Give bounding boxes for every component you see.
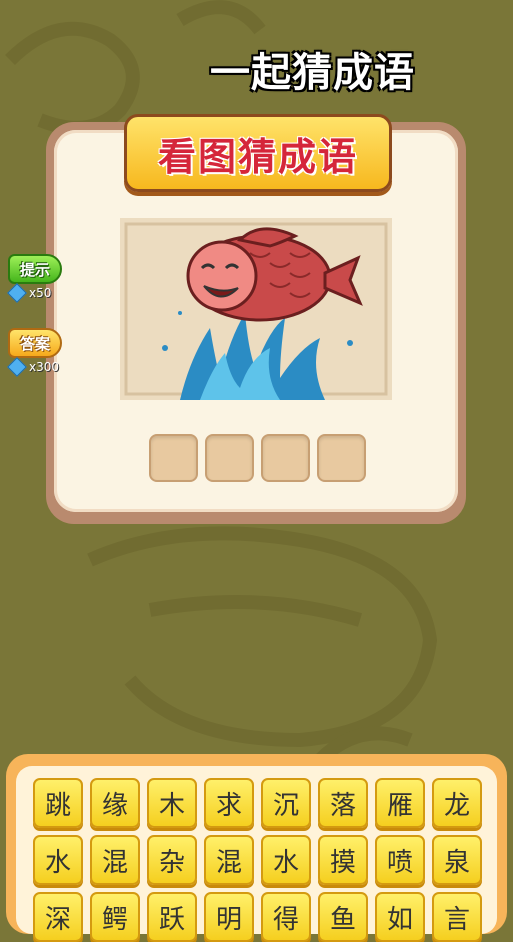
gem-icon <box>7 283 27 303</box>
banner-title: 看图猜成语 <box>157 134 358 179</box>
answer-slot[interactable] <box>149 434 198 482</box>
character-tile[interactable]: 明 <box>204 892 254 942</box>
character-tile[interactable]: 摸 <box>318 835 368 885</box>
puzzle-picture <box>120 218 392 400</box>
character-tile[interactable]: 雁 <box>375 778 425 828</box>
answer-cost: x300 <box>7 357 60 377</box>
character-tile[interactable]: 木 <box>147 778 197 828</box>
answer-slot[interactable] <box>261 434 310 482</box>
answer-slot[interactable] <box>317 434 366 482</box>
character-tile[interactable]: 鳄 <box>90 892 140 942</box>
character-tile[interactable]: 喷 <box>375 835 425 885</box>
character-tile[interactable]: 泉 <box>432 835 482 885</box>
character-tile[interactable]: 跳 <box>33 778 83 828</box>
character-tile[interactable]: 得 <box>261 892 311 942</box>
character-tile[interactable]: 沉 <box>261 778 311 828</box>
answer-slot[interactable] <box>205 434 254 482</box>
character-tile[interactable]: 求 <box>204 778 254 828</box>
character-tile[interactable]: 龙 <box>432 778 482 828</box>
character-tile[interactable]: 杂 <box>147 835 197 885</box>
character-tile[interactable]: 混 <box>90 835 140 885</box>
hint-cost: x50 <box>7 283 52 303</box>
hint-cost-value: x50 <box>29 286 52 300</box>
character-tile[interactable]: 如 <box>375 892 425 942</box>
hint-button[interactable]: 提示 <box>8 254 62 284</box>
character-tile[interactable]: 水 <box>261 835 311 885</box>
character-tile[interactable]: 水 <box>33 835 83 885</box>
answer-cost-value: x300 <box>29 360 60 374</box>
character-tile[interactable]: 落 <box>318 778 368 828</box>
character-tile[interactable]: 深 <box>33 892 83 942</box>
character-tile[interactable]: 言 <box>432 892 482 942</box>
card-banner: 看图猜成语 <box>124 114 392 192</box>
character-tile[interactable]: 混 <box>204 835 254 885</box>
character-tile[interactable]: 跃 <box>147 892 197 942</box>
page-title: 一起猜成语 <box>210 50 415 96</box>
answer-slots <box>149 434 366 482</box>
hint-label: 提示 <box>19 260 50 279</box>
answer-label: 答案 <box>19 334 50 353</box>
answer-button[interactable]: 答案 <box>8 328 62 358</box>
character-tile[interactable]: 缘 <box>90 778 140 828</box>
character-tile[interactable]: 鱼 <box>318 892 368 942</box>
character-grid: 跳 缘 木 求 沉 落 雁 龙 水 混 杂 混 水 摸 喷 泉 深 鳄 跃 明 … <box>33 778 482 942</box>
gem-icon <box>7 357 27 377</box>
